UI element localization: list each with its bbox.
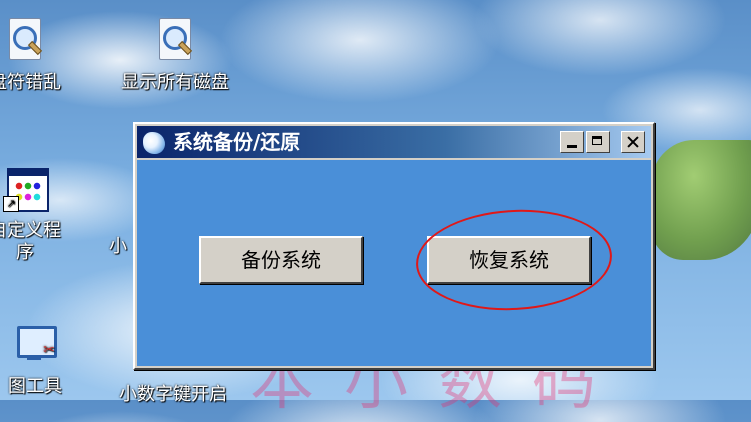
close-button[interactable]: [621, 131, 645, 153]
magnifier-doc-icon: [3, 18, 47, 66]
app-icon: [143, 132, 165, 154]
monitor-icon: ✂: [13, 322, 57, 370]
desktop-icon-label: 显示所有磁盘: [121, 72, 229, 93]
desktop-icon-label: 盘符错乱: [0, 72, 61, 93]
program-window-icon: ↗: [3, 166, 49, 214]
desktop-icon-label: 图工具: [8, 376, 62, 397]
desktop-icon-show-all-disks[interactable]: 显示所有磁盘: [110, 18, 240, 94]
window-client-area: 备份系统 恢复系统: [137, 160, 651, 366]
desktop-icon-drive-letter-fix[interactable]: 盘符错乱: [0, 18, 90, 94]
desktop-icon-custom-program[interactable]: ↗ 自定义程 序: [0, 166, 90, 264]
highlight-ellipse: [413, 204, 615, 316]
backup-restore-window: 系统备份/还原 备份系统 恢复系统: [133, 122, 655, 370]
desktop-icon-label: 小数字键开启: [119, 384, 227, 405]
desktop-icon-label-line1: 自定义程: [0, 220, 61, 241]
desktop-icon-label-line2: 序: [16, 242, 34, 263]
magnifier-doc-icon: [153, 18, 197, 66]
title-bar[interactable]: 系统备份/还原: [137, 126, 651, 158]
backup-system-button[interactable]: 备份系统: [199, 236, 363, 284]
desktop-icon-partial[interactable]: 小: [108, 236, 128, 258]
desktop-icon-numlock-on[interactable]: 小数字键开启: [108, 384, 238, 406]
desktop-icon-screenshot-tool[interactable]: ✂ 图工具: [0, 322, 100, 398]
minimize-button[interactable]: [560, 131, 584, 153]
maximize-button[interactable]: [586, 131, 610, 153]
window-title: 系统备份/还原: [173, 130, 301, 154]
desktop-icon-label: 小: [109, 236, 127, 257]
floating-island-decoration: [650, 140, 751, 260]
